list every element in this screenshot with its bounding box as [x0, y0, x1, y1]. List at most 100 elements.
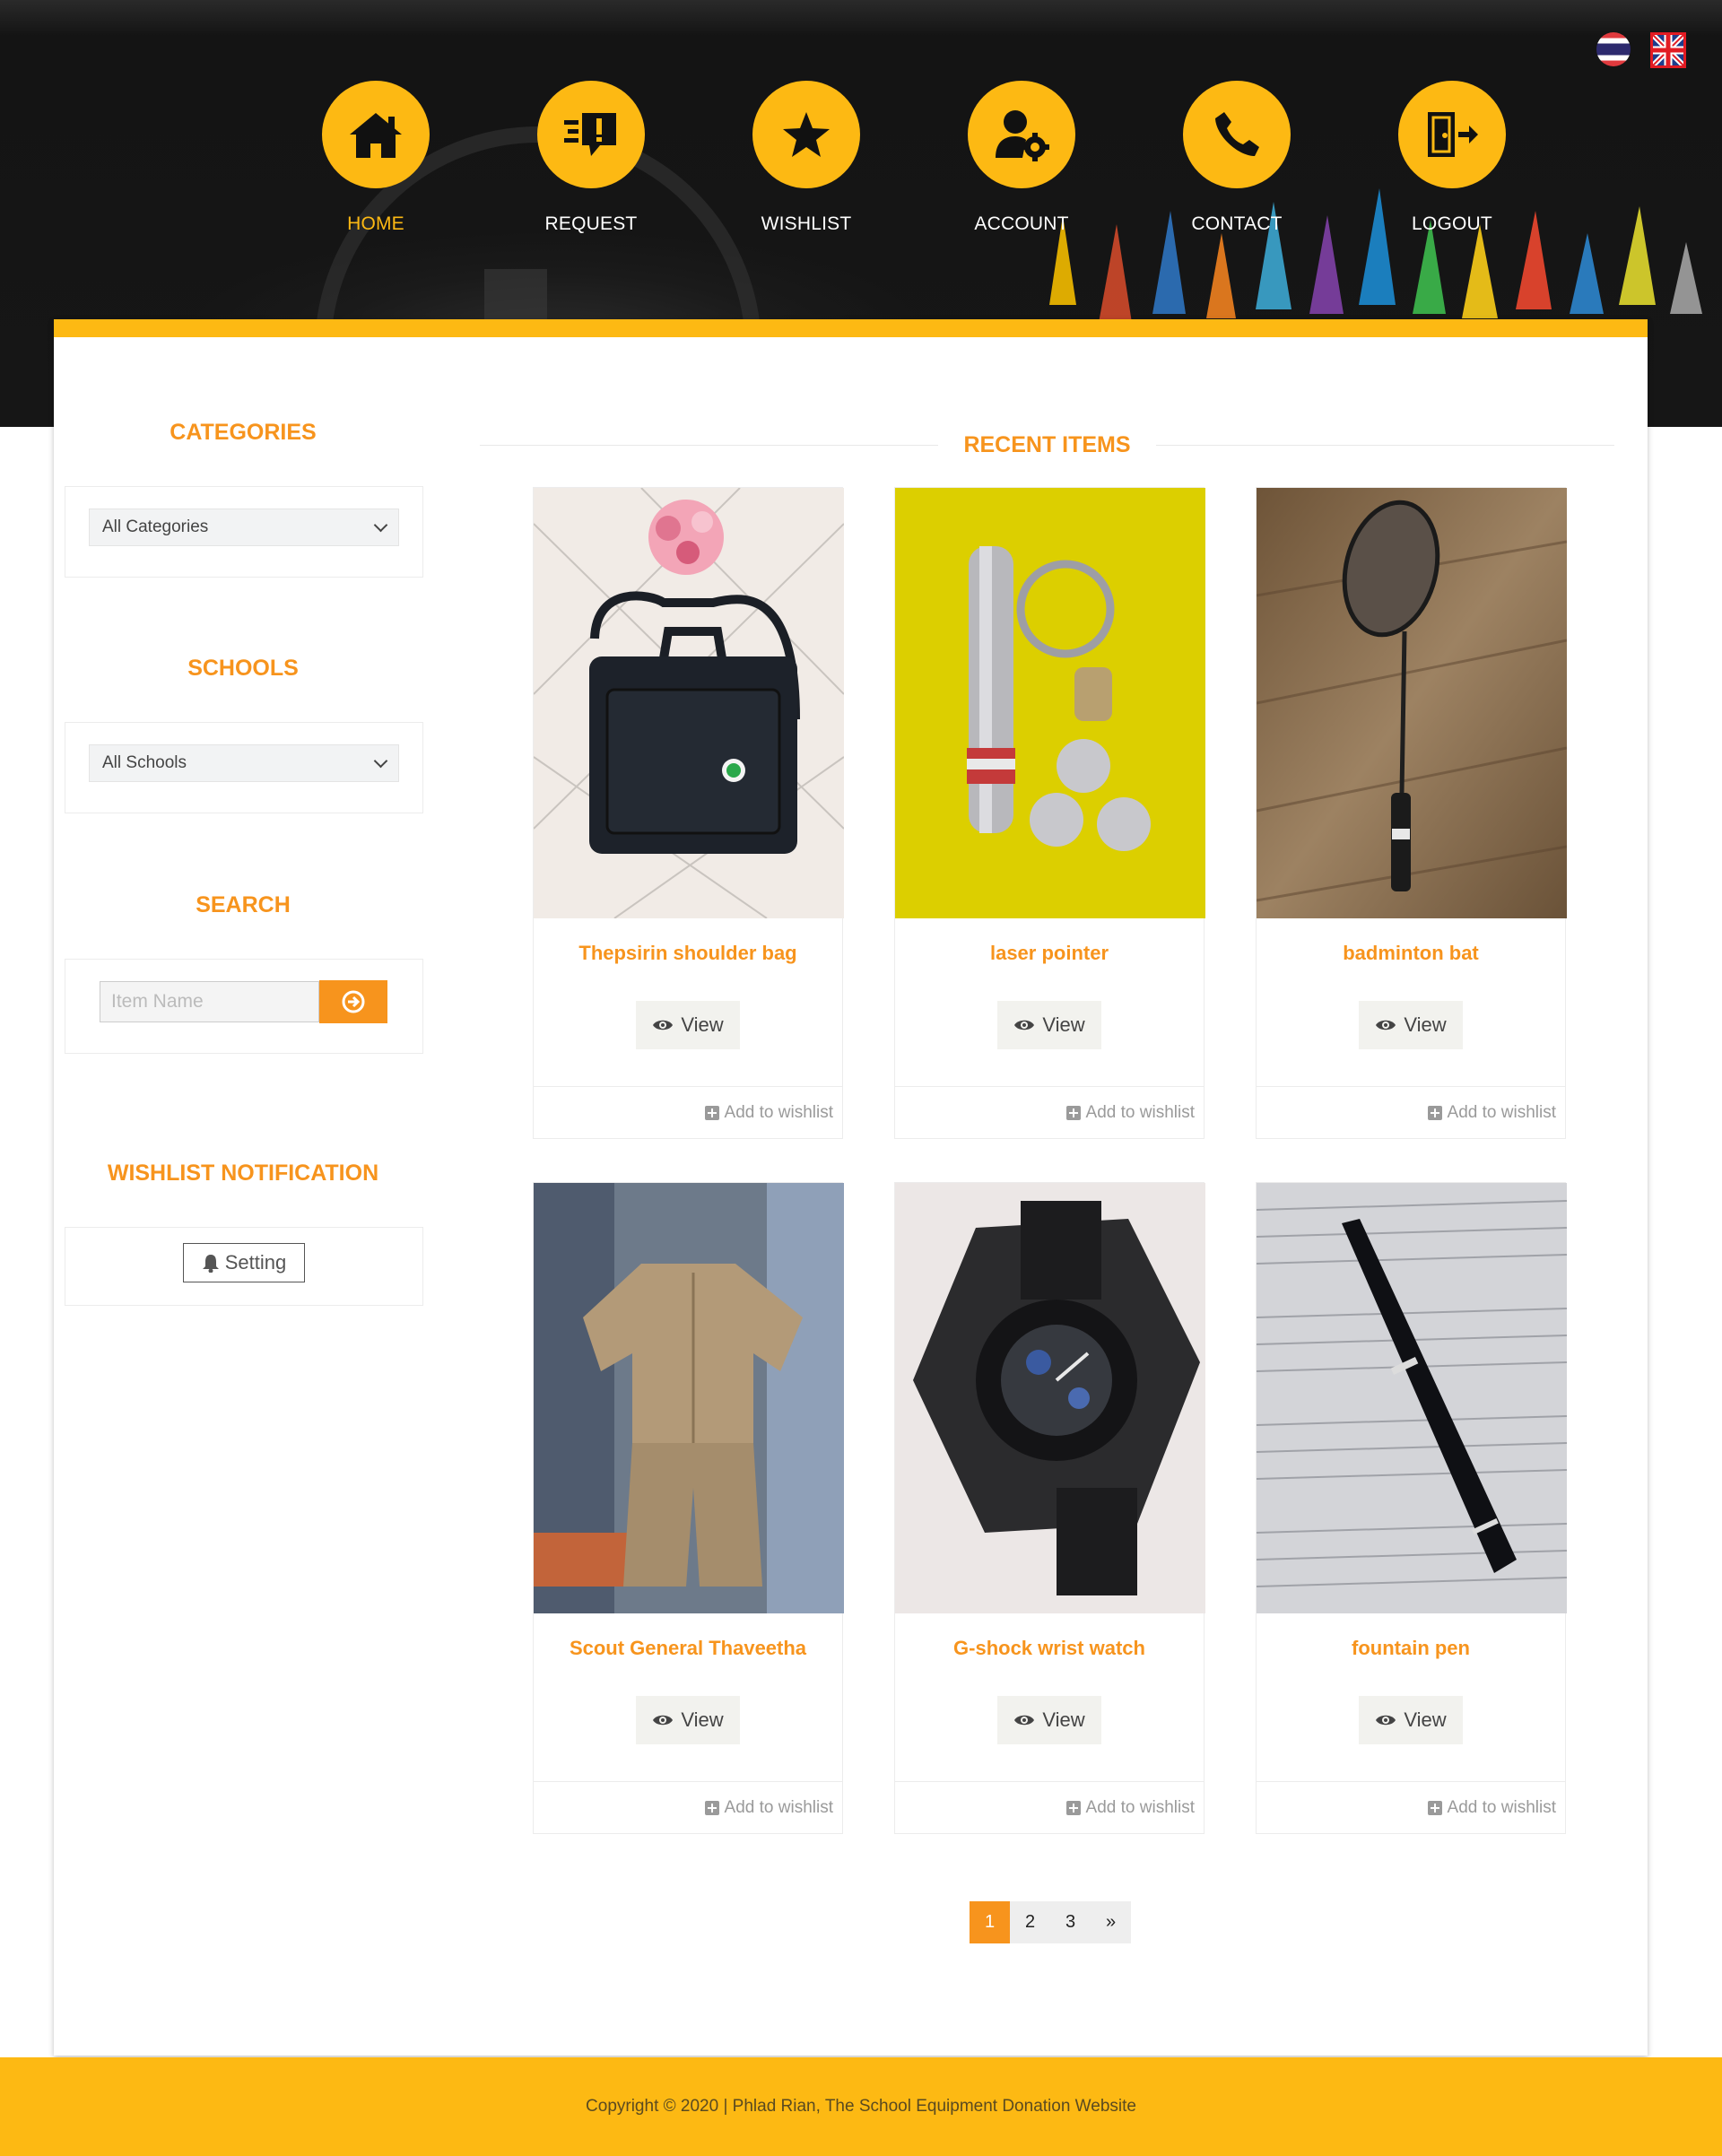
view-button-label: View: [1042, 1708, 1085, 1731]
nav-logout[interactable]: LOGOUT: [1344, 81, 1560, 235]
add-to-wishlist-link[interactable]: Add to wishlist: [534, 1781, 842, 1833]
item-image[interactable]: [534, 488, 844, 918]
item-name[interactable]: laser pointer: [895, 942, 1204, 967]
star-icon: [752, 81, 860, 188]
item-image[interactable]: [534, 1183, 844, 1613]
view-button-label: View: [681, 1013, 724, 1036]
recent-items-title: RECENT ITEMS: [963, 432, 1131, 457]
categories-panel: All Categories: [65, 486, 423, 578]
view-button[interactable]: View: [997, 1696, 1101, 1744]
setting-button-label: Setting: [224, 1251, 287, 1274]
item-image[interactable]: [895, 488, 1205, 918]
plus-square-icon: [1065, 1800, 1081, 1815]
add-to-wishlist-link[interactable]: Add to wishlist: [534, 1086, 842, 1138]
view-button-label: View: [1404, 1013, 1447, 1036]
view-button[interactable]: View: [1359, 1001, 1463, 1049]
uk-flag-icon[interactable]: [1650, 32, 1686, 68]
eye-icon: [1376, 1020, 1396, 1030]
nav-request[interactable]: REQUEST: [483, 81, 699, 235]
page-next[interactable]: »: [1091, 1901, 1131, 1943]
schools-panel: All Schools: [65, 722, 423, 813]
footer: Copyright © 2020 | Phlad Rian, The Schoo…: [0, 2057, 1722, 2156]
thailand-flag-icon[interactable]: [1596, 32, 1631, 66]
copyright-text: Copyright © 2020 | Phlad Rian, The Schoo…: [586, 2097, 1136, 2116]
categories-select-value: All Categories: [102, 517, 209, 536]
wishlist-notification-title: WISHLIST NOTIFICATION: [107, 1161, 379, 1186]
item-card: Thepsirin shoulder bag View Add to wishl…: [533, 487, 844, 1139]
divider: [1155, 445, 1614, 446]
page-2[interactable]: 2: [1010, 1901, 1050, 1943]
schools-select-value: All Schools: [102, 753, 187, 772]
page-3[interactable]: 3: [1050, 1901, 1091, 1943]
plus-square-icon: [704, 1800, 719, 1815]
item-name[interactable]: fountain pen: [1257, 1637, 1565, 1662]
item-name[interactable]: G-shock wrist watch: [895, 1637, 1204, 1662]
nav-wishlist-label: WISHLIST: [761, 213, 852, 234]
pagination: 1 2 3 »: [970, 1901, 1131, 1943]
add-to-wishlist-label: Add to wishlist: [1085, 1797, 1195, 1817]
item-card: badminton bat View Add to wishlist: [1256, 487, 1567, 1139]
add-to-wishlist-link[interactable]: Add to wishlist: [895, 1086, 1204, 1138]
categories-select[interactable]: All Categories: [89, 509, 399, 546]
eye-icon: [653, 1715, 674, 1726]
schools-select[interactable]: All Schools: [89, 744, 399, 782]
search-input[interactable]: Item Name: [100, 981, 319, 1022]
wishlist-notification-panel: Setting: [65, 1227, 423, 1306]
door-exit-icon: [1398, 81, 1506, 188]
add-to-wishlist-label: Add to wishlist: [724, 1102, 833, 1122]
search-panel: Item Name: [65, 959, 423, 1054]
view-button[interactable]: View: [636, 1001, 740, 1049]
view-button-label: View: [681, 1708, 724, 1731]
view-button[interactable]: View: [636, 1696, 740, 1744]
setting-button[interactable]: Setting: [183, 1243, 305, 1282]
nav-home-label: HOME: [347, 213, 404, 234]
nav-account-label: ACCOUNT: [974, 213, 1069, 234]
add-to-wishlist-label: Add to wishlist: [1447, 1797, 1556, 1817]
recent-items-header: RECENT ITEMS: [480, 432, 1614, 458]
main-content-card: CATEGORIES All Categories SCHOOLS All Sc…: [54, 319, 1648, 2056]
item-card: G-shock wrist watch View Add to wishlist: [894, 1182, 1205, 1834]
item-card: laser pointer View Add to wishlist: [894, 487, 1205, 1139]
arrow-circle-right-icon: [342, 990, 365, 1013]
item-card: fountain pen View Add to wishlist: [1256, 1182, 1567, 1834]
divider: [480, 445, 939, 446]
item-name[interactable]: Thepsirin shoulder bag: [534, 942, 842, 967]
nav-contact[interactable]: CONTACT: [1129, 81, 1344, 235]
nav-account[interactable]: ACCOUNT: [914, 81, 1129, 235]
nav-request-label: REQUEST: [544, 213, 638, 234]
item-image[interactable]: [895, 1183, 1205, 1613]
plus-square-icon: [1427, 1800, 1442, 1815]
view-button-label: View: [1404, 1708, 1447, 1731]
chevron-down-icon: [373, 517, 388, 533]
item-image[interactable]: [1257, 488, 1567, 918]
bell-icon: [202, 1255, 219, 1273]
add-to-wishlist-link[interactable]: Add to wishlist: [1257, 1781, 1565, 1833]
item-name[interactable]: badminton bat: [1257, 942, 1565, 967]
add-to-wishlist-link[interactable]: Add to wishlist: [1257, 1086, 1565, 1138]
eye-icon: [1014, 1715, 1035, 1726]
nav-home[interactable]: HOME: [268, 81, 483, 235]
page-1[interactable]: 1: [970, 1901, 1010, 1943]
language-switcher: [1596, 32, 1686, 68]
plus-square-icon: [1427, 1105, 1442, 1120]
user-gear-icon: [968, 81, 1075, 188]
nav-contact-label: CONTACT: [1191, 213, 1283, 234]
eye-icon: [1014, 1020, 1035, 1030]
view-button[interactable]: View: [997, 1001, 1101, 1049]
eye-icon: [653, 1020, 674, 1030]
request-speech-icon: [537, 81, 645, 188]
schools-title: SCHOOLS: [187, 656, 299, 681]
add-to-wishlist-label: Add to wishlist: [1085, 1102, 1195, 1122]
home-icon: [322, 81, 430, 188]
item-name[interactable]: Scout General Thaveetha: [534, 1637, 842, 1662]
search-title: SEARCH: [196, 892, 291, 917]
add-to-wishlist-label: Add to wishlist: [1447, 1102, 1556, 1122]
view-button-label: View: [1042, 1013, 1085, 1036]
add-to-wishlist-link[interactable]: Add to wishlist: [895, 1781, 1204, 1833]
item-image[interactable]: [1257, 1183, 1567, 1613]
search-button[interactable]: [319, 980, 387, 1023]
plus-square-icon: [704, 1105, 719, 1120]
nav-wishlist[interactable]: WISHLIST: [699, 81, 914, 235]
view-button[interactable]: View: [1359, 1696, 1463, 1744]
eye-icon: [1376, 1715, 1396, 1726]
